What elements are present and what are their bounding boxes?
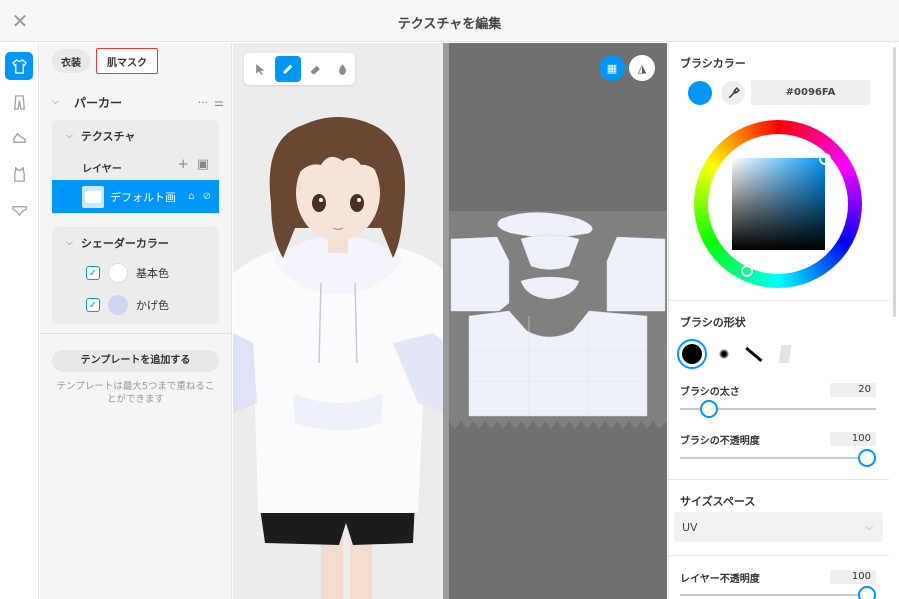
- shade-color-swatch[interactable]: [108, 295, 128, 315]
- brush-opacity-thumb[interactable]: [858, 449, 876, 467]
- lock-icon[interactable]: ⌂: [188, 191, 194, 202]
- uv-viewport[interactable]: ▦ ◮: [449, 43, 667, 599]
- layer-thumbnail: [82, 185, 104, 208]
- divider: [669, 479, 889, 480]
- panel-tabs: 衣装 肌マスク: [52, 48, 158, 74]
- eyedropper-icon[interactable]: [721, 81, 745, 105]
- fill-drop-icon[interactable]: [330, 56, 355, 82]
- layer-opacity-thumb[interactable]: [858, 586, 876, 599]
- divider: [40, 333, 232, 334]
- avatar-preview: [233, 117, 446, 599]
- texture-brush-icon: [778, 345, 792, 363]
- cursor-icon[interactable]: [248, 56, 273, 82]
- round-brush-icon: [682, 344, 702, 364]
- line-brush-icon: [745, 346, 763, 362]
- brush-size-label: ブラシの太さ: [680, 387, 740, 398]
- pants-icon[interactable]: [5, 88, 33, 116]
- texture-header[interactable]: ⌵ テクスチャ: [66, 128, 135, 144]
- brush-size-thumb[interactable]: [699, 400, 718, 418]
- shader-label: シェーダーカラー: [80, 237, 169, 250]
- shader-item-shade[interactable]: ✓ かげ色: [86, 295, 169, 315]
- layer-opacity-value[interactable]: 100: [830, 570, 876, 584]
- uv-texture-area: [449, 211, 667, 429]
- chevron-down-icon[interactable]: ⌵: [66, 131, 73, 141]
- shader-item-base[interactable]: ✓ 基本色: [86, 263, 169, 283]
- brush-opacity-track[interactable]: [680, 457, 876, 459]
- brush-panel: ブラシカラー #0096FA ブラシの形状 ブラシの太さ 20 ブラシの不透明度…: [668, 43, 899, 599]
- texture-label: テクスチャ: [80, 130, 136, 143]
- size-space-select[interactable]: UV ⌵: [674, 512, 883, 542]
- group-header[interactable]: ⌵ パーカー ··· ⚌: [52, 93, 224, 111]
- layer-panel: 衣装 肌マスク ⌵ パーカー ··· ⚌ ⌵ テクスチャ レイヤー + ▣ デフ…: [40, 43, 232, 599]
- panel-scrollbar[interactable]: [893, 47, 896, 317]
- underwear-icon[interactable]: [5, 196, 33, 224]
- shader-header[interactable]: ⌵ シェーダーカラー: [66, 235, 169, 251]
- layer-header-label: レイヤー: [82, 164, 122, 175]
- layer-actions: + ▣: [178, 157, 209, 172]
- layer-opacity-track[interactable]: [680, 594, 876, 596]
- pen-icon[interactable]: [275, 56, 301, 82]
- tool-palette: [244, 53, 355, 85]
- shoe-icon[interactable]: [5, 124, 33, 152]
- hex-color-input[interactable]: #0096FA: [751, 80, 870, 105]
- brush-shape-round[interactable]: [677, 339, 707, 369]
- brush-opacity-label: ブラシの不透明度: [680, 436, 760, 447]
- layer-opacity-label: レイヤー不透明度: [680, 574, 760, 585]
- chevron-down-icon[interactable]: ⌵: [66, 238, 73, 248]
- uv-grid-toggle-icon[interactable]: ▦: [599, 55, 625, 81]
- shader-card: ⌵ シェーダーカラー ✓ 基本色 ✓ かげ色: [52, 227, 219, 324]
- brush-shape-texture[interactable]: [777, 343, 793, 365]
- base-color-swatch[interactable]: [108, 263, 128, 283]
- chevron-down-icon: ⌵: [865, 521, 873, 533]
- base-color-checkbox[interactable]: ✓: [86, 266, 100, 280]
- brush-color-title: ブラシカラー: [680, 57, 746, 70]
- tab-costume[interactable]: 衣装: [52, 49, 90, 73]
- brush-shape-title: ブラシの形状: [680, 316, 746, 329]
- window-title: テクスチャを編集: [397, 17, 502, 32]
- eraser-icon[interactable]: [303, 56, 328, 82]
- texture-card: ⌵ テクスチャ レイヤー + ▣ デフォルト画 ⌂ ⊘: [52, 120, 219, 213]
- brush-size-value[interactable]: 20: [830, 383, 876, 397]
- uv-layout-preview: [449, 212, 667, 429]
- brush-opacity-value[interactable]: 100: [830, 432, 876, 446]
- divider: [669, 300, 889, 301]
- group-label: パーカー: [74, 95, 123, 110]
- more-icon[interactable]: ···: [198, 96, 209, 109]
- tab-skin-mask[interactable]: 肌マスク: [96, 48, 158, 74]
- base-color-label: 基本色: [136, 267, 169, 280]
- brush-color-swatch[interactable]: [688, 81, 712, 105]
- size-space-title: サイズスペース: [680, 495, 756, 508]
- shade-color-checkbox[interactable]: ✓: [86, 298, 100, 312]
- shirt-icon[interactable]: [5, 52, 33, 80]
- brush-shape-soft[interactable]: [715, 345, 733, 363]
- template-note: テンプレートは最大5つまで重ねることができます: [56, 381, 215, 405]
- model-viewport[interactable]: [233, 43, 446, 599]
- visibility-off-icon[interactable]: ⊘: [203, 191, 211, 202]
- category-rail: [0, 43, 39, 599]
- soft-brush-icon: [719, 349, 729, 359]
- saturation-value-box[interactable]: [732, 158, 825, 250]
- shade-color-label: かげ色: [136, 299, 169, 312]
- layer-name: デフォルト画: [110, 190, 176, 204]
- title-bar: ✕ テクスチャを編集: [0, 0, 899, 42]
- sv-knob[interactable]: [819, 153, 831, 165]
- mirror-toggle-icon[interactable]: ◮: [629, 55, 655, 81]
- add-image-icon[interactable]: ▣: [197, 157, 209, 172]
- size-space-value: UV: [682, 520, 698, 534]
- layer-item-default[interactable]: デフォルト画 ⌂ ⊘: [52, 180, 219, 213]
- add-layer-icon[interactable]: +: [178, 157, 189, 172]
- divider: [669, 555, 889, 556]
- brush-shape-line[interactable]: [743, 343, 765, 365]
- hue-knob[interactable]: [741, 265, 753, 277]
- add-template-button[interactable]: テンプレートを追加する: [52, 350, 219, 372]
- tank-top-icon[interactable]: [5, 160, 33, 188]
- chevron-down-icon[interactable]: ⌵: [52, 97, 62, 107]
- settings-sliders-icon[interactable]: ⚌: [214, 96, 224, 109]
